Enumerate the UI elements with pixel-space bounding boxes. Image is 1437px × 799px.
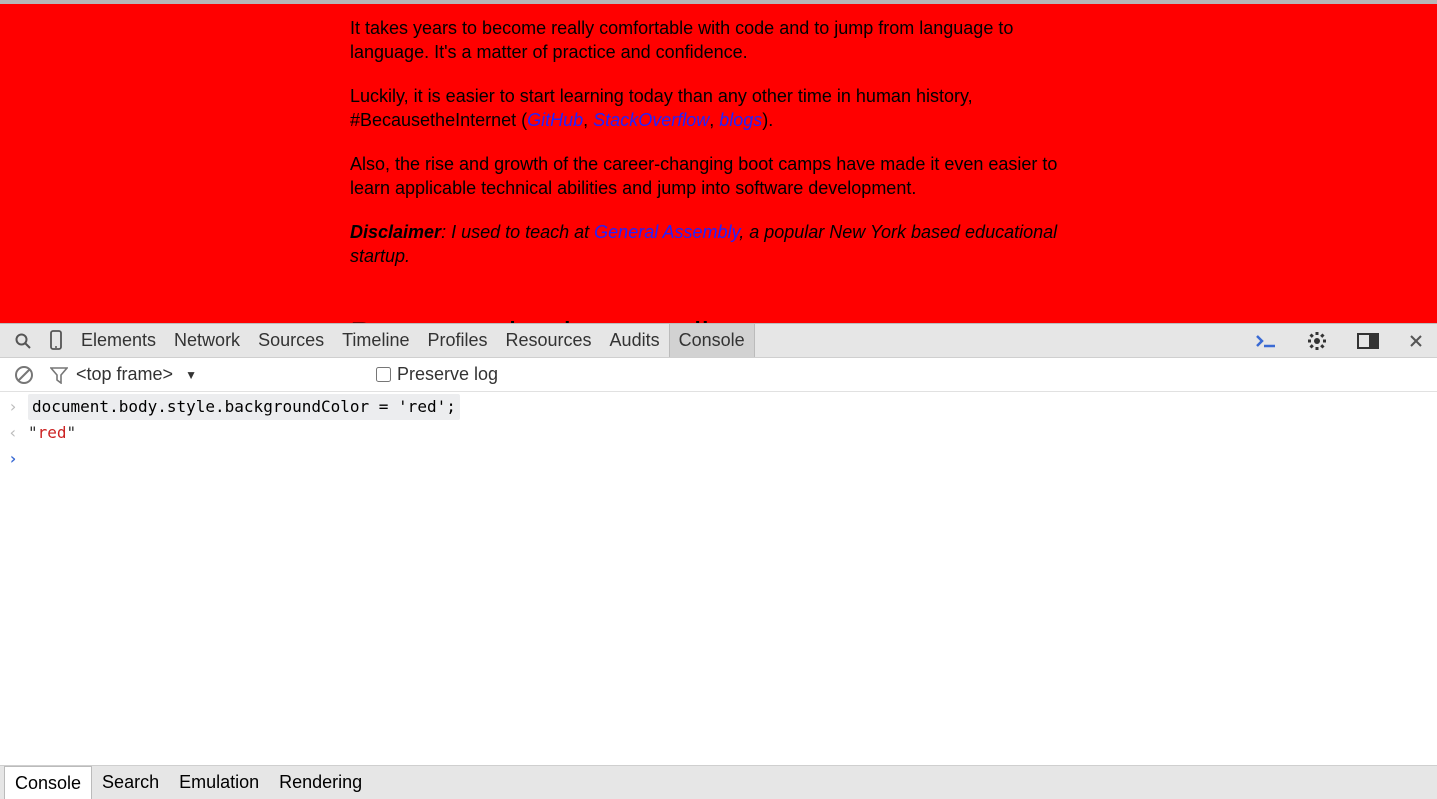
- chevron-down-icon[interactable]: ▼: [185, 368, 197, 382]
- tab-audits[interactable]: Audits: [601, 324, 669, 357]
- gear-icon[interactable]: [1307, 331, 1327, 351]
- dock-icon[interactable]: [1357, 333, 1379, 349]
- console-prompt-row[interactable]: ›: [6, 446, 1431, 472]
- tab-profiles[interactable]: Profiles: [418, 324, 496, 357]
- tab-timeline[interactable]: Timeline: [333, 324, 418, 357]
- search-icon[interactable]: [14, 332, 32, 350]
- devtools-panel: ElementsNetworkSourcesTimelineProfilesRe…: [0, 323, 1437, 799]
- drawer-tab-console[interactable]: Console: [4, 766, 92, 799]
- paragraph: Luckily, it is easier to start learning …: [350, 84, 1070, 132]
- console-toolbar: <top frame> ▼ Preserve log: [0, 358, 1437, 392]
- tab-elements[interactable]: Elements: [72, 324, 165, 357]
- console-output[interactable]: › document.body.style.backgroundColor = …: [0, 392, 1437, 765]
- input-caret-icon: ›: [6, 394, 20, 420]
- console-output-row: ‹ "red": [6, 420, 1431, 446]
- preserve-log-label: Preserve log: [397, 364, 498, 385]
- close-icon[interactable]: [1409, 334, 1423, 348]
- frame-selector[interactable]: <top frame>: [76, 364, 173, 385]
- tab-console[interactable]: Console: [669, 324, 755, 357]
- console-output-value: "red": [28, 420, 76, 446]
- device-icon[interactable]: [48, 330, 64, 352]
- drawer-tab-search[interactable]: Search: [92, 766, 169, 799]
- link-blogs[interactable]: blogs: [719, 110, 762, 130]
- drawer-tabbar: ConsoleSearchEmulationRendering: [0, 765, 1437, 799]
- text: ,: [583, 110, 593, 130]
- link-stackoverflow[interactable]: StackOverflow: [593, 110, 709, 130]
- text: ,: [709, 110, 719, 130]
- show-console-icon[interactable]: [1255, 333, 1277, 349]
- tab-sources[interactable]: Sources: [249, 324, 333, 357]
- text: ).: [762, 110, 773, 130]
- rendered-page: It takes years to become really comforta…: [0, 4, 1437, 323]
- tab-network[interactable]: Network: [165, 324, 249, 357]
- clear-icon[interactable]: [14, 365, 34, 385]
- link-general-assembly[interactable]: General Assembly: [594, 222, 739, 242]
- prompt-caret-icon: ›: [6, 446, 20, 472]
- tab-resources[interactable]: Resources: [497, 324, 601, 357]
- paragraph: Also, the rise and growth of the career-…: [350, 152, 1070, 200]
- console-input-row: › document.body.style.backgroundColor = …: [6, 394, 1431, 420]
- text: : I used to teach at: [441, 222, 594, 242]
- preserve-log-toggle[interactable]: Preserve log: [376, 364, 498, 385]
- link-github[interactable]: GitHub: [527, 110, 583, 130]
- paragraph-disclaimer: Disclaimer: I used to teach at General A…: [350, 220, 1070, 268]
- paragraph: It takes years to become really comforta…: [350, 4, 1070, 64]
- preserve-log-checkbox[interactable]: [376, 367, 391, 382]
- console-input-code: document.body.style.backgroundColor = 'r…: [28, 394, 460, 420]
- disclaimer-label: Disclaimer: [350, 222, 441, 242]
- drawer-tab-rendering[interactable]: Rendering: [269, 766, 372, 799]
- drawer-tab-emulation[interactable]: Emulation: [169, 766, 269, 799]
- devtools-tabbar: ElementsNetworkSourcesTimelineProfilesRe…: [0, 324, 1437, 358]
- filter-icon[interactable]: [50, 366, 68, 384]
- output-caret-icon: ‹: [6, 420, 20, 446]
